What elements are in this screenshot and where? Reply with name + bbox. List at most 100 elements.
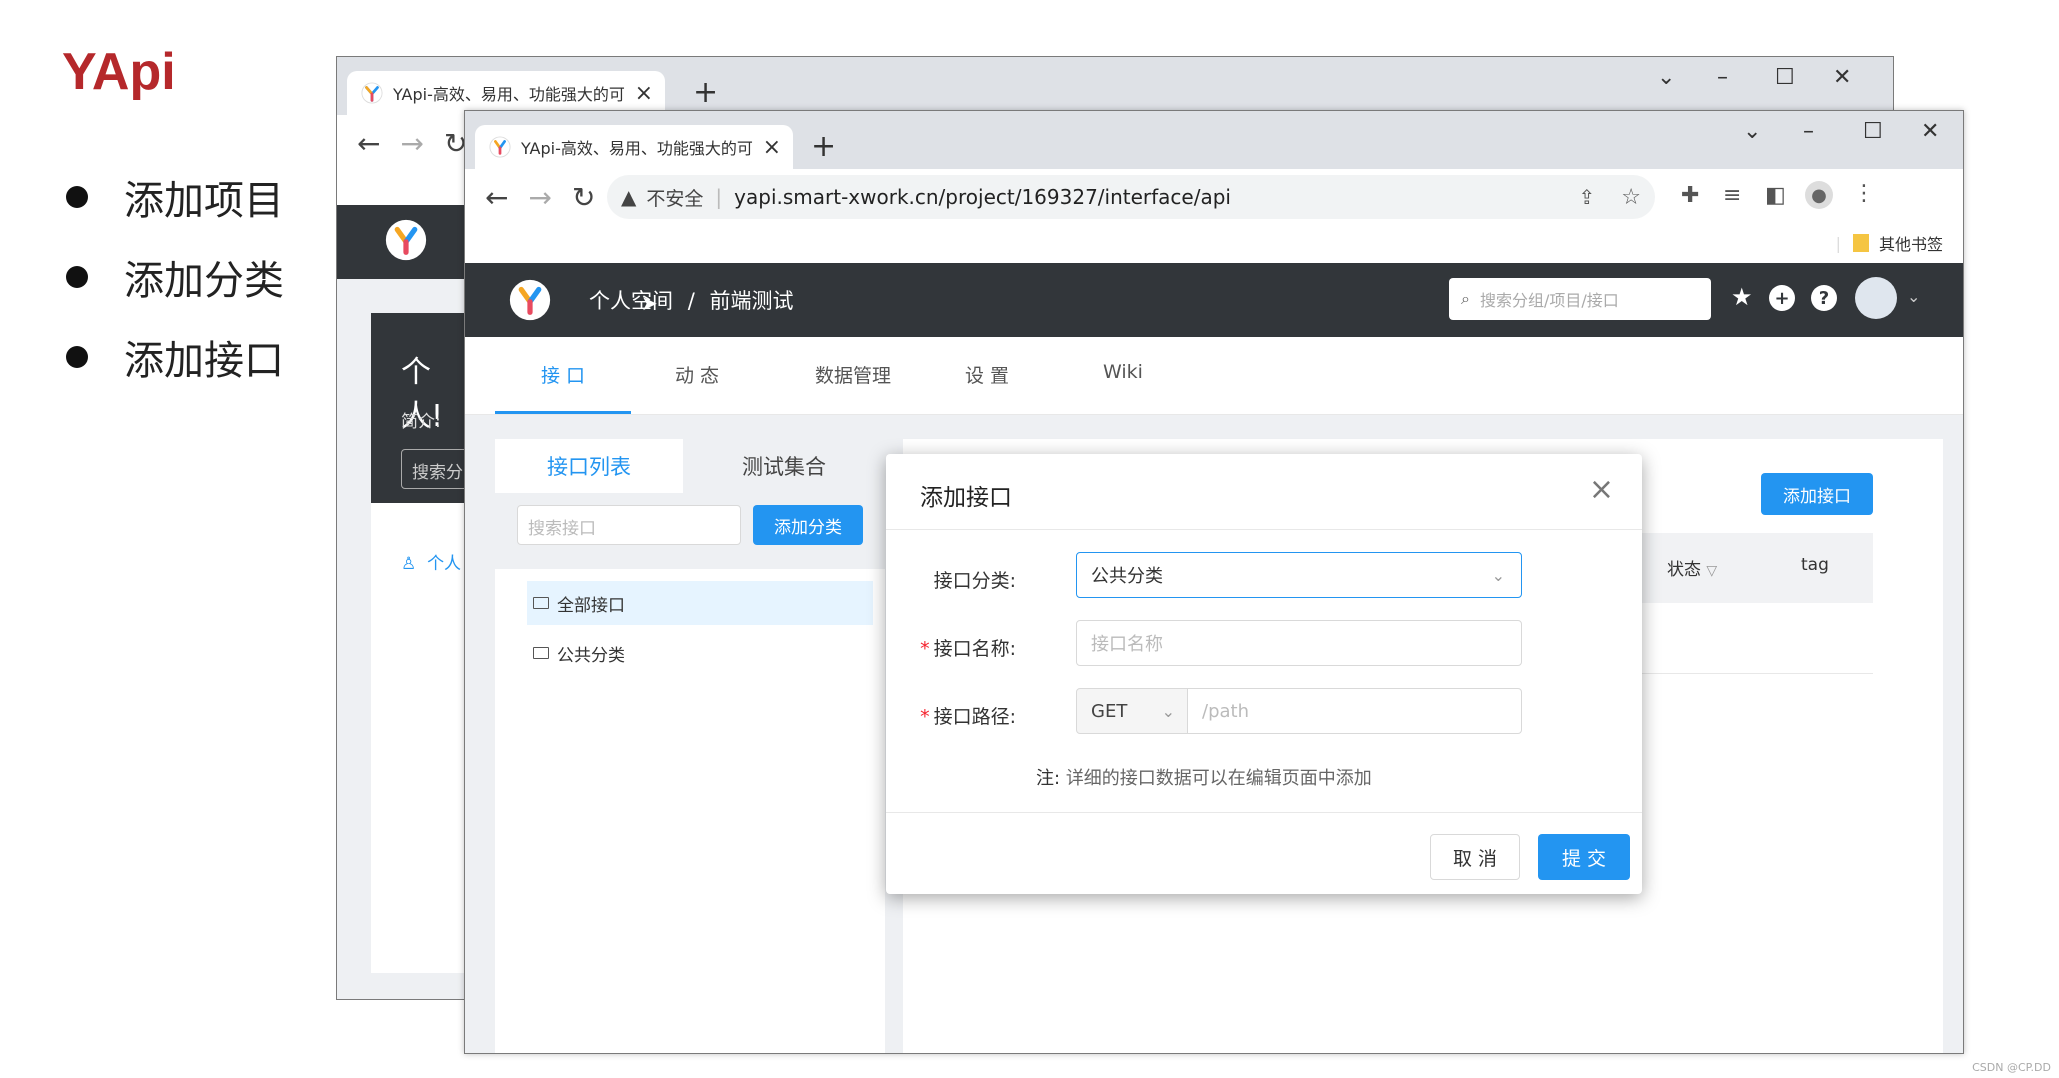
breadcrumb-project[interactable]: 前端测试 <box>709 289 793 313</box>
forward-arrow-icon[interactable]: → <box>528 181 551 214</box>
project-tabs: 接 口 动 态 数据管理 设 置 Wiki <box>465 337 1963 415</box>
chevron-down-icon: ⌄ <box>1491 565 1505 585</box>
filter-icon[interactable]: ▽ <box>1706 563 1717 579</box>
required-marker: * <box>920 706 930 728</box>
browser-tab[interactable]: YApi-高效、易用、功能强大的可 × <box>475 125 793 169</box>
tab-search-chevron-icon[interactable]: ⌄ <box>1743 119 1761 144</box>
close-tab-icon[interactable]: × <box>763 135 781 160</box>
search-interface-input[interactable]: 搜索接口 <box>517 505 741 545</box>
intro-label: 简介: <box>401 412 441 432</box>
tab-settings[interactable]: 设 置 <box>965 361 1009 388</box>
modal-footer-divider <box>886 812 1642 813</box>
bookmark-folder[interactable]: | 其他书签 <box>1836 231 1943 255</box>
cancel-button[interactable]: 取 消 <box>1430 834 1520 880</box>
tab-interface-list[interactable]: 接口列表 <box>495 439 683 493</box>
path-input[interactable]: /path <box>1187 688 1522 734</box>
chevron-down-icon: ⌄ <box>1161 701 1175 721</box>
tab-search-chevron-icon[interactable]: ⌄ <box>1657 65 1675 90</box>
column-status[interactable]: 状态 ▽ <box>1667 555 1717 580</box>
path-label: * 接口路径: <box>920 706 1016 728</box>
yapi-logo-icon[interactable] <box>509 279 551 321</box>
close-icon[interactable]: × <box>1589 472 1614 507</box>
sidebar-search-row: 搜索接口 添加分类 <box>495 493 885 569</box>
yapi-logo-icon <box>385 219 427 261</box>
search-icon: ⌕ <box>1461 289 1470 308</box>
method-select[interactable]: GET ⌄ <box>1076 688 1188 734</box>
bullet-dot-icon <box>66 266 88 288</box>
new-tab-icon[interactable]: + <box>693 75 718 110</box>
side-panel-icon[interactable]: ◧ <box>1765 183 1786 208</box>
add-interface-modal: 添加接口 × 接口分类: 公共分类 ⌄ * 接口名称: 接口名称 * 接口路径: G… <box>886 454 1642 894</box>
yapi-logo-icon <box>361 82 383 104</box>
help-icon[interactable]: ? <box>1811 285 1837 311</box>
slide-title: YApi <box>62 43 176 101</box>
close-tab-icon[interactable]: × <box>635 81 653 106</box>
bullet-item: 添加分类 <box>66 248 284 306</box>
modal-note: 注: 详细的接口数据可以在编辑页面中添加 <box>1036 768 1372 789</box>
menu-kebab-icon[interactable]: ⋮ <box>1853 181 1875 206</box>
tab-wiki[interactable]: Wiki <box>1103 361 1143 383</box>
add-interface-button[interactable]: 添加接口 <box>1761 473 1873 515</box>
star-icon[interactable]: ★ <box>1731 283 1753 311</box>
star-bookmark-icon[interactable]: ☆ <box>1621 185 1641 210</box>
close-window-icon[interactable]: ✕ <box>1833 65 1851 90</box>
tab-interface[interactable]: 接 口 <box>541 361 585 388</box>
tab-test-collection[interactable]: 测试集合 <box>683 439 885 493</box>
name-label: * 接口名称: <box>920 638 1016 660</box>
minimize-icon[interactable]: – <box>1803 119 1814 144</box>
extensions-icon[interactable]: ✚ <box>1681 183 1699 208</box>
tab-strip: YApi-高效、易用、功能强大的可 × + ⌄ – ☐ ✕ <box>337 57 1893 115</box>
category-select[interactable]: 公共分类 ⌄ <box>1076 552 1522 598</box>
reading-list-icon[interactable]: ≡ <box>1723 183 1741 208</box>
address-divider: | <box>715 185 723 209</box>
add-icon[interactable]: + <box>1769 285 1795 311</box>
back-arrow-icon[interactable]: ← <box>357 127 380 160</box>
folder-icon <box>533 647 549 659</box>
back-arrow-icon[interactable]: ← <box>485 181 508 214</box>
folder-icon <box>1852 234 1869 252</box>
tree-item-public[interactable]: 公共分类 <box>527 631 873 675</box>
url-text[interactable]: yapi.smart-xwork.cn/project/169327/inter… <box>734 185 1231 209</box>
tab-data-management[interactable]: 数据管理 <box>815 361 891 388</box>
column-tag: tag <box>1801 555 1829 575</box>
mouse-cursor-icon: ➤ <box>641 291 658 315</box>
folder-icon <box>533 597 549 609</box>
bullet-item: 添加接口 <box>66 328 284 386</box>
breadcrumb-space[interactable]: 个人空间 <box>589 289 673 313</box>
profile-icon[interactable]: ● <box>1805 181 1833 209</box>
submit-button[interactable]: 提 交 <box>1538 834 1630 880</box>
new-tab-icon[interactable]: + <box>811 129 836 164</box>
warning-icon: ▲ <box>621 185 637 209</box>
close-window-icon[interactable]: ✕ <box>1921 119 1939 144</box>
maximize-icon[interactable]: ☐ <box>1775 65 1795 90</box>
project-banner: 个人! 简介: 搜索分 <box>371 313 481 503</box>
browser-tab[interactable]: YApi-高效、易用、功能强大的可 × <box>347 71 665 115</box>
forward-arrow-icon[interactable]: → <box>400 127 423 160</box>
header-search-input[interactable]: ⌕ 搜索分组/项目/接口 <box>1449 278 1711 320</box>
modal-title: 添加接口 <box>920 485 1012 511</box>
reload-icon[interactable]: ↻ <box>572 181 595 214</box>
bullet-dot-icon <box>66 346 88 368</box>
add-category-button[interactable]: 添加分类 <box>753 505 863 545</box>
sidebar-tabs: 接口列表 测试集合 <box>495 439 885 493</box>
interface-name-input[interactable]: 接口名称 <box>1076 620 1522 666</box>
bullet-item: 添加项目 <box>66 168 284 226</box>
tab-strip: YApi-高效、易用、功能强大的可 × + ⌄ – ☐ ✕ <box>465 111 1963 169</box>
breadcrumb-separator: / <box>687 289 695 313</box>
share-icon[interactable]: ⇪ <box>1579 185 1596 209</box>
member-list: ♙ 个人 <box>371 503 467 973</box>
app-header: 个人空间 / 前端测试 ➤ ⌕ 搜索分组/项目/接口 ★ + ? ⌄ <box>465 263 1963 337</box>
category-label: 接口分类: <box>933 570 1016 592</box>
tab-activity[interactable]: 动 态 <box>675 361 719 388</box>
active-tab-indicator <box>495 411 631 414</box>
chevron-down-icon[interactable]: ⌄ <box>1907 287 1920 306</box>
yapi-logo-icon <box>489 136 511 158</box>
address-bar[interactable]: ▲ 不安全 | yapi.smart-xwork.cn/project/1693… <box>607 175 1655 219</box>
minimize-icon[interactable]: – <box>1717 65 1728 90</box>
maximize-icon[interactable]: ☐ <box>1863 119 1883 144</box>
tree-item-all[interactable]: 全部接口 <box>527 581 873 625</box>
bookmarks-bar: | 其他书签 <box>465 223 1963 263</box>
avatar[interactable] <box>1855 277 1897 319</box>
required-marker: * <box>920 638 930 660</box>
member-item[interactable]: ♙ 个人 <box>401 549 461 574</box>
